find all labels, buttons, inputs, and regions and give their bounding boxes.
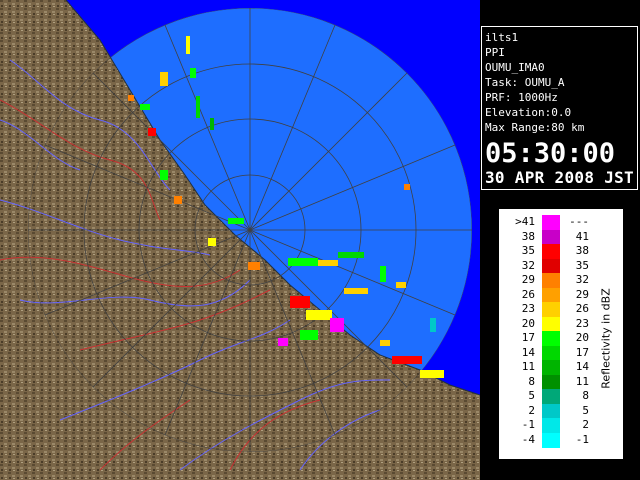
legend-swatch	[542, 302, 560, 317]
legend-low-label: 35	[521, 244, 535, 257]
legend-low-label: 23	[521, 302, 535, 315]
legend-low-label: 32	[521, 258, 535, 272]
legend-high-label: 26	[575, 302, 589, 315]
radar-ppi-map[interactable]	[0, 0, 480, 480]
legend-low-label: 29	[521, 273, 535, 286]
scan-date: 30 APR 2008 JST	[485, 168, 634, 187]
legend-low-label: 26	[521, 287, 535, 301]
legend-low-label: 2	[528, 403, 535, 417]
legend-low-label: 8	[528, 374, 535, 388]
radar-display: { "info": { "station": "ilts1", "scan_ty…	[0, 0, 640, 480]
legend-swatch	[542, 389, 560, 404]
azimuth-lines	[28, 8, 472, 452]
legend-high-label: 8	[582, 389, 589, 402]
legend-swatch	[542, 403, 560, 419]
legend-low-label: 14	[521, 345, 535, 359]
elevation-value: Elevation:0.0	[485, 106, 572, 119]
station-id: ilts1	[485, 31, 519, 44]
legend-swatch	[542, 273, 560, 288]
scan-info-panel: ilts1 PPI OUMU_IMA0 Task: OUMU_A PRF: 10…	[481, 26, 638, 190]
legend-high-label: 17	[575, 345, 589, 359]
legend-swatch	[542, 287, 560, 303]
legend-low-label: 38	[521, 229, 535, 243]
legend-high-label: ---	[569, 215, 589, 228]
reflectivity-legend: >41 --- 38 41 35 38 32 35 29 32 26 29 23 26 20 23 17 20 14…	[498, 208, 624, 460]
legend-high-label: 5	[582, 403, 589, 417]
task-name: Task: OUMU_A	[485, 76, 565, 89]
legend-high-label: 35	[575, 258, 589, 272]
legend-low-label: >41	[515, 215, 535, 228]
legend-swatch	[542, 331, 560, 346]
legend-low-label: -4	[521, 432, 535, 446]
legend-low-label: 17	[521, 331, 535, 344]
legend-high-label: 11	[575, 374, 589, 388]
legend-swatch	[542, 374, 560, 390]
legend-swatch	[542, 215, 560, 230]
legend-swatch	[542, 432, 560, 448]
legend-high-label: 41	[575, 229, 589, 243]
legend-title-text: Reflectivity in dBZ	[599, 288, 613, 389]
legend-high-label: 32	[575, 273, 589, 286]
prf-value: PRF: 1000Hz	[485, 91, 558, 104]
legend-swatch	[542, 345, 560, 361]
max-range-value: Max Range:80 km	[485, 121, 585, 134]
legend-swatch	[542, 360, 560, 375]
legend-low-label: 11	[521, 360, 535, 373]
legend-swatch	[542, 418, 560, 433]
scan-time: 05:30:00	[485, 138, 616, 169]
legend-swatch	[542, 316, 560, 332]
scan-type: PPI	[485, 46, 505, 59]
legend-high-label: 29	[575, 287, 589, 301]
legend-high-label: -1	[575, 432, 589, 446]
legend-high-label: 23	[575, 316, 589, 330]
legend-low-label: -1	[521, 418, 535, 431]
legend-swatch	[542, 258, 560, 274]
legend-high-label: 2	[582, 418, 589, 431]
legend-title: Reflectivity in dBZ	[599, 239, 613, 439]
legend-swatch	[542, 244, 560, 259]
legend-high-label: 38	[575, 244, 589, 257]
legend-low-label: 5	[528, 389, 535, 402]
legend-swatch	[542, 229, 560, 245]
legend-high-label: 14	[575, 360, 589, 373]
product-name: OUMU_IMA0	[485, 61, 545, 74]
legend-high-label: 20	[575, 331, 589, 344]
legend-low-label: 20	[521, 316, 535, 330]
